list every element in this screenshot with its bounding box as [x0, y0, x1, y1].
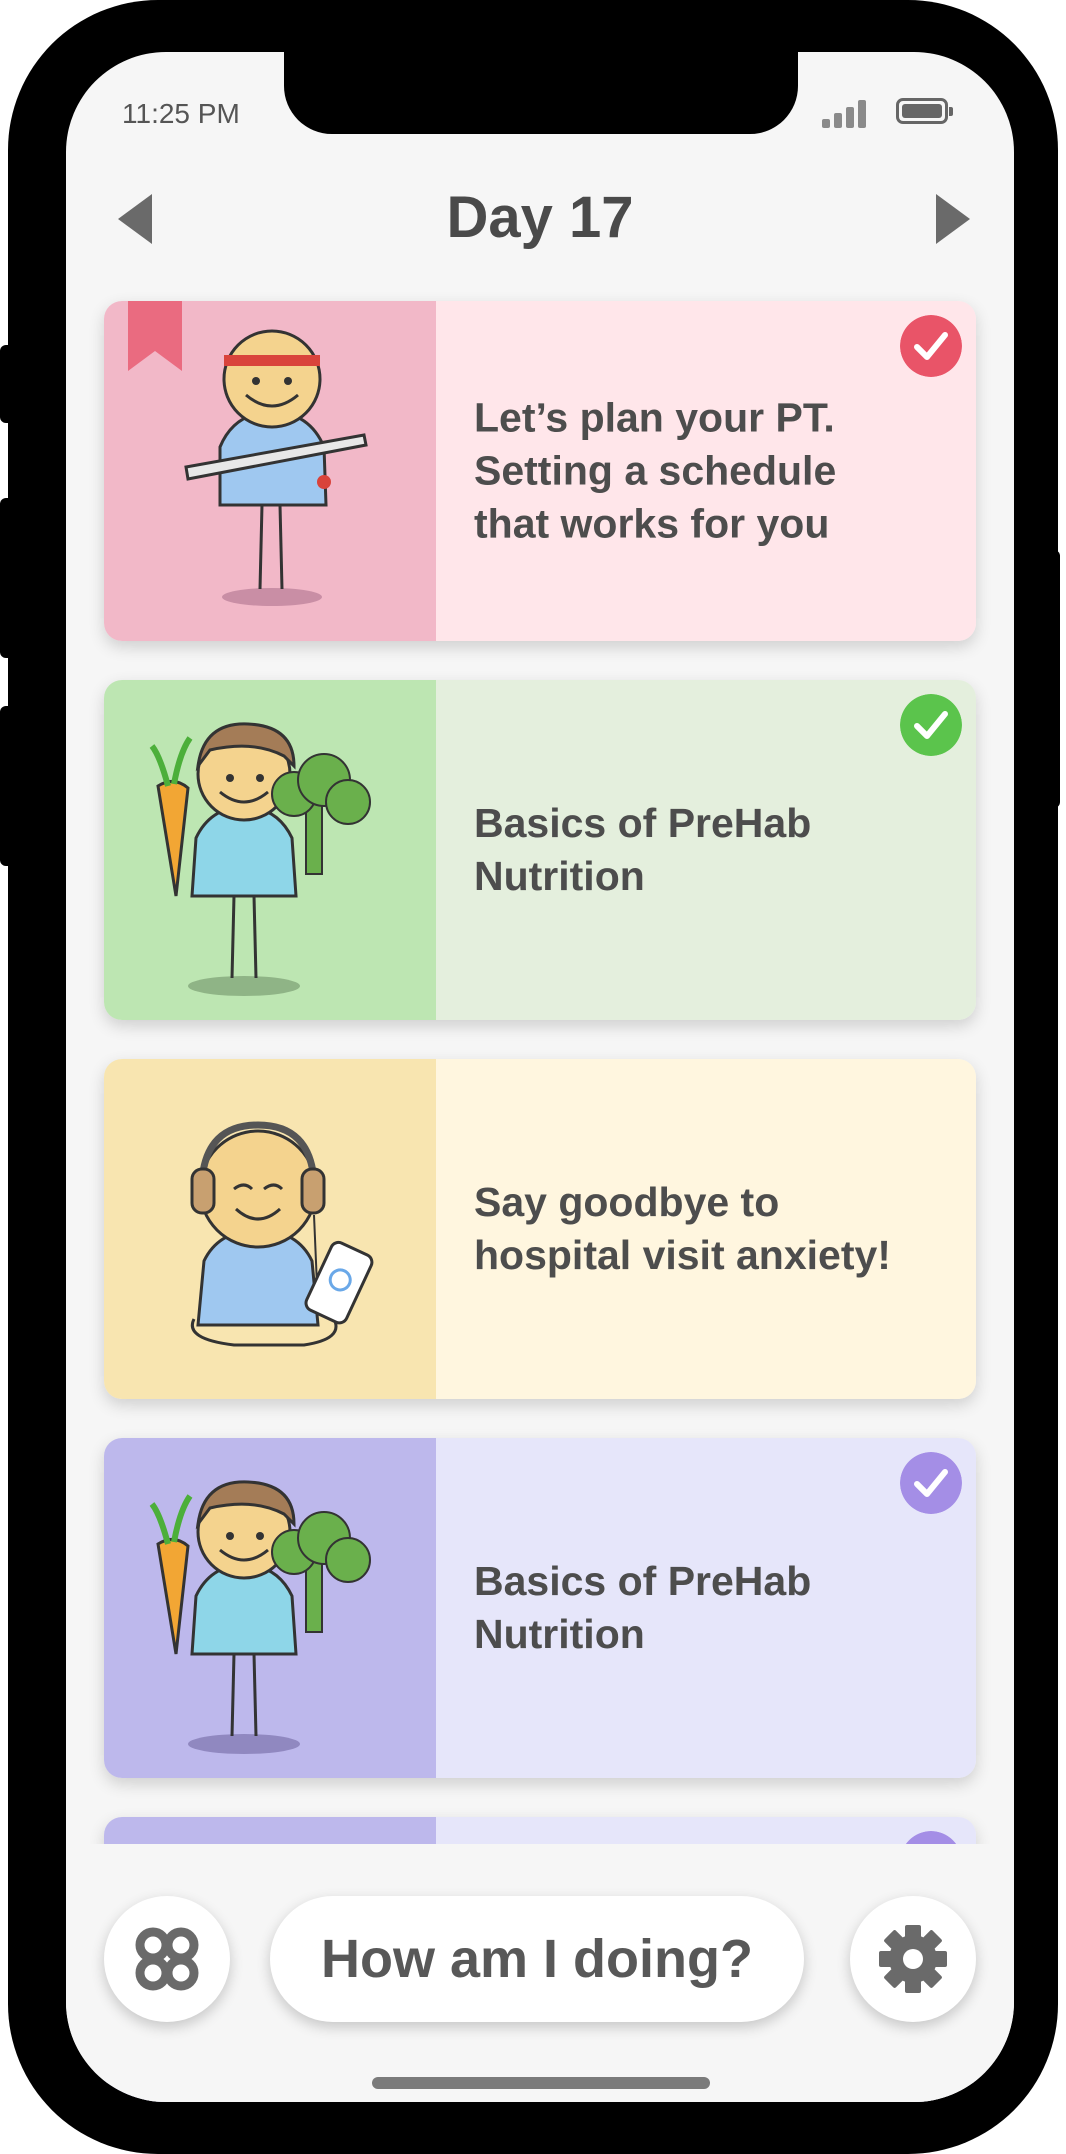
card-illustration-panel	[104, 1059, 436, 1399]
day-navigation: Day 17	[66, 162, 1014, 272]
lesson-card-prehab-nutrition[interactable]: Basics of PreHab Nutrition	[104, 1438, 976, 1778]
card-title: Let’s plan your PT. Setting a schedule t…	[474, 394, 837, 547]
status-time: 11:25 PM	[122, 98, 240, 129]
chevron-right-icon[interactable]	[922, 192, 974, 246]
volume-down-button	[0, 706, 14, 866]
stick-figure-with-bar-illustration	[184, 329, 368, 606]
stick-figure-with-headphones-illustration	[190, 1121, 374, 1347]
card-title: Basics of PreHab Nutrition	[474, 800, 812, 899]
volume-up-button	[0, 498, 14, 658]
lesson-card-pt-schedule[interactable]: Let’s plan your PT. Setting a schedule t…	[104, 301, 976, 641]
app-screen: 11:25 PM Day 17 Let’s plan your PT. Sett…	[66, 52, 1014, 2102]
card-illustration-panel	[104, 1438, 436, 1778]
page-title: Day 17	[446, 185, 634, 250]
how-am-i-doing-button[interactable]: How am I doing?	[270, 1896, 804, 2022]
card-illustration-panel	[104, 301, 436, 641]
check-icon	[900, 694, 962, 756]
check-icon	[900, 315, 962, 377]
clover-menu-icon	[135, 1927, 199, 1991]
gear-icon	[879, 1925, 947, 1993]
lesson-card-hospital-anxiety[interactable]: Say goodbye to hospital visit anxiety!	[104, 1059, 976, 1399]
lesson-card-prehab-nutrition[interactable]: Basics of PreHab Nutrition	[104, 680, 976, 1020]
stick-figure-with-carrot-and-broccoli-illustration	[149, 722, 371, 996]
settings-button[interactable]	[850, 1896, 976, 2022]
card-content-panel: Say goodbye to hospital visit anxiety!	[436, 1059, 976, 1399]
card-illustration-panel	[104, 680, 436, 1020]
check-icon	[900, 1452, 962, 1514]
home-indicator[interactable]	[372, 2077, 710, 2089]
stick-figure-with-carrot-and-broccoli-illustration	[149, 1480, 371, 1754]
battery-icon	[896, 98, 953, 124]
menu-button[interactable]	[104, 1896, 230, 2022]
card-title: Basics of PreHab Nutrition	[474, 1558, 812, 1657]
bottom-navigation: How am I doing?	[66, 1844, 1014, 2102]
card-content-panel: Basics of PreHab Nutrition	[436, 680, 976, 1020]
card-title: Say goodbye to hospital visit anxiety!	[474, 1179, 891, 1278]
card-content-panel: Basics of PreHab Nutrition	[436, 1438, 976, 1778]
signal-icon	[822, 98, 876, 128]
silent-switch	[0, 345, 14, 423]
phone-frame: 11:25 PM Day 17 Let’s plan your PT. Sett…	[0, 0, 1060, 2154]
card-content-panel: Let’s plan your PT. Setting a schedule t…	[436, 301, 976, 641]
notch	[284, 52, 798, 134]
power-button	[1048, 550, 1060, 808]
